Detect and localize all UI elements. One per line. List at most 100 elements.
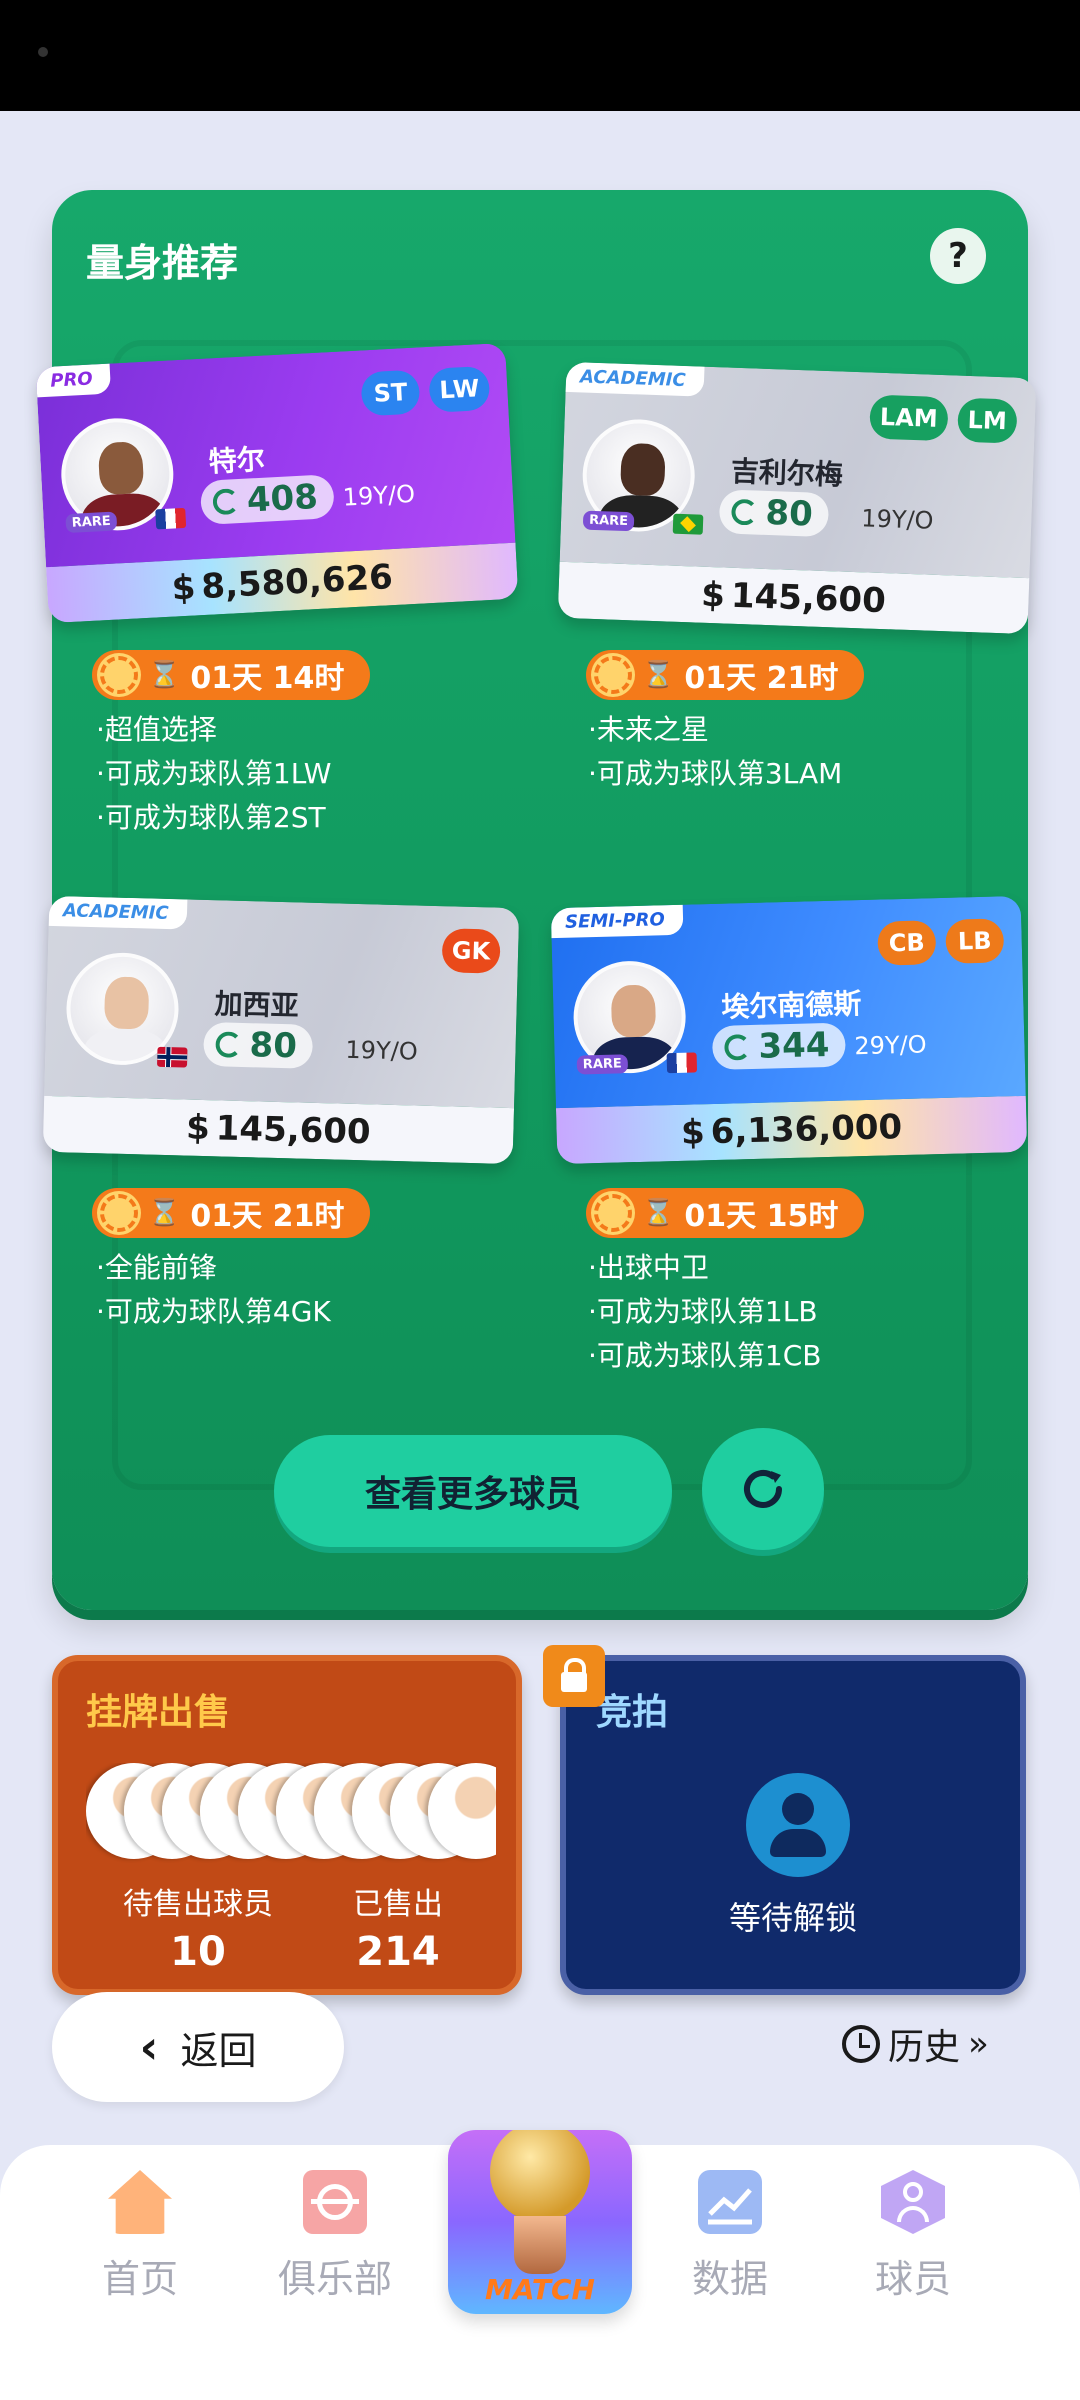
back-button[interactable]: ‹ 返回 [52,1992,344,2102]
boost-icon [594,1194,632,1232]
auction-title: 竞拍 [596,1692,669,1733]
view-more-players-button[interactable]: 查看更多球员 [274,1435,672,1547]
tab-players[interactable]: 球员 [823,2170,1003,2303]
status-bar [0,0,1080,111]
card-tips: ·超值选择 ·可成为球队第1LW ·可成为球队第2ST [96,708,331,840]
tab-club[interactable]: 俱乐部 [245,2170,425,2303]
sale-title: 挂牌出售 [86,1692,231,1733]
countdown-timer: ⌛ 01天 15时 [586,1188,865,1238]
rating-icon [212,488,240,516]
tier-badge: PRO [35,363,112,398]
tier-badge: ACADEMIC [565,361,705,397]
refresh-button[interactable] [702,1428,824,1550]
card-top: PRO RARE 特尔 408 19Y/O ST LW [35,342,516,568]
position-badge: LB [945,918,1005,964]
boost-icon [100,1194,138,1232]
position-badge: LAM [869,394,949,442]
player-age: 19Y/O [342,479,416,512]
tab-label: 数据 [691,2257,768,2301]
rating-value: 80 [249,1025,298,1067]
home-icon [108,2170,172,2234]
tip-line: ·可成为球队第1LW [96,757,332,790]
panel-title: 量身推荐 [86,241,239,285]
tab-label: 俱乐部 [277,2257,392,2301]
countdown-timer: ⌛ 01天 21时 [92,1188,371,1238]
card-tips: ·全能前锋 ·可成为球队第4GK [96,1246,331,1334]
rating-icon [731,498,758,526]
rating-value: 80 [764,492,814,535]
hourglass-icon: ⌛ [642,660,675,690]
position-badge: ST [360,369,421,417]
unlock-status: 等待解锁 [728,1899,857,1937]
card-top: SEMI-PRO RARE 埃尔南德斯 344 29Y/O CB LB [550,895,1026,1109]
card-tips: ·未来之星 ·可成为球队第3LAM [588,708,842,796]
tip-line: ·可成为球队第1LB [588,1295,818,1328]
double-chevron-right-icon: » [968,2024,989,2064]
card-top: ACADEMIC RARE 吉利尔梅 80 19Y/O LAM LM [559,361,1037,579]
tip-line: ·可成为球队第2ST [96,801,326,834]
auction-card[interactable]: 竞拍 等待解锁 [560,1655,1026,1995]
hourglass-icon: ⌛ [148,1198,181,1228]
player-age: 19Y/O [860,504,934,535]
help-button[interactable]: ? [930,228,986,284]
currency-symbol: $ [185,1107,211,1149]
flag-brazil-icon [672,513,704,535]
tip-line: ·未来之星 [588,713,709,746]
listing-sale-card[interactable]: 挂牌出售 待售出球员 10 已售出 214 [52,1655,522,1995]
lock-icon [543,1645,605,1707]
recommend-panel: 量身推荐 ? PRO RARE 特尔 408 19Y/O ST LW $8,58… [35,190,1037,1610]
history-link[interactable]: 历史» [842,2018,989,2070]
rating-value: 408 [245,476,319,521]
stat-value: 214 [356,1929,440,1975]
position-badges: CB LB [877,918,1005,966]
tip-line: ·可成为球队第1CB [588,1339,822,1372]
tab-data[interactable]: 数据 [640,2170,820,2303]
rare-badge: RARE [576,1054,629,1075]
player-avatar-stack [86,1763,496,1863]
boost-icon [594,656,632,694]
rare-badge: RARE [582,510,635,532]
history-label: 历史 [888,2027,961,2068]
rating-pill: 344 [711,1022,846,1071]
tab-label: 首页 [101,2257,178,2301]
price-value: 145,600 [215,1108,372,1153]
timer-text: 01天 21时 [190,1199,345,1234]
pending-stat: 待售出球员 10 [98,1879,298,1975]
tip-line: ·可成为球队第3LAM [588,757,843,790]
player-card-4[interactable]: SEMI-PRO RARE 埃尔南德斯 344 29Y/O CB LB $6,1… [550,895,1028,1165]
tip-line: ·可成为球队第4GK [96,1295,331,1328]
player-icon [881,2170,945,2234]
refresh-icon [744,1470,782,1508]
position-badge: LM [956,397,1018,444]
boost-icon [100,656,138,694]
sold-stat: 已售出 214 [328,1879,468,1975]
club-icon [303,2170,367,2234]
rating-pill: 80 [203,1021,314,1069]
tip-line: ·超值选择 [96,713,217,746]
rare-badge: RARE [65,511,118,534]
clock-icon [842,2025,880,2063]
player-card-2[interactable]: ACADEMIC RARE 吉利尔梅 80 19Y/O LAM LM $145,… [557,361,1037,635]
card-top: ACADEMIC 加西亚 80 19Y/O GK [44,895,520,1109]
chevron-left-icon: ‹ [139,2020,159,2074]
tier-badge: ACADEMIC [48,895,187,930]
position-badges: LAM LM [869,394,1018,444]
rating-pill: 408 [199,474,335,525]
tip-line: ·出球中卫 [588,1251,709,1284]
rating-icon [724,1034,751,1061]
back-label: 返回 [180,2028,257,2073]
price-value: 145,600 [730,575,887,622]
timer-text: 01天 15时 [684,1199,839,1234]
match-label: MATCH [485,2273,595,2306]
player-name: 特尔 [207,442,266,479]
hourglass-icon: ⌛ [642,1198,675,1228]
position-badge: GK [441,928,501,974]
player-age: 19Y/O [345,1035,419,1066]
player-card-3[interactable]: ACADEMIC 加西亚 80 19Y/O GK $145,600 [42,895,520,1165]
tab-home[interactable]: 首页 [50,2170,230,2303]
tab-match[interactable]: MATCH [448,2130,632,2314]
player-card-1[interactable]: PRO RARE 特尔 408 19Y/O ST LW $8,580,626 [35,342,519,624]
stat-label: 已售出 [353,1887,443,1922]
position-badges: ST LW [360,365,491,417]
trophy-icon [514,2216,566,2274]
